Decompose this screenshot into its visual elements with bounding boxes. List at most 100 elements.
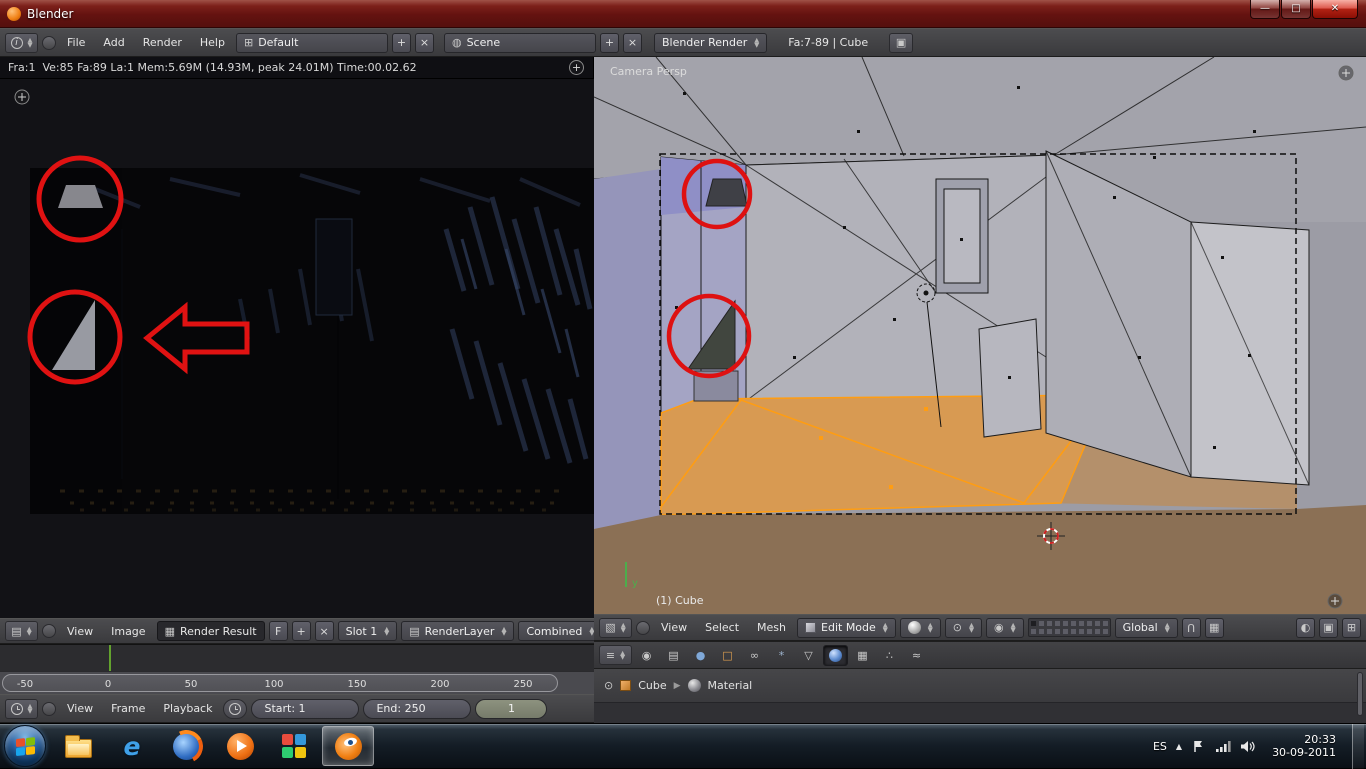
header-menu-toggle[interactable]	[636, 620, 650, 635]
timeline-track[interactable]	[0, 644, 594, 672]
tab-material[interactable]	[823, 644, 848, 666]
add-scene-button[interactable]: +	[599, 32, 619, 53]
editor-type-button-timeline[interactable]: ▲ ▼	[5, 698, 38, 719]
render-opengl-anim-button[interactable]: ▣	[1319, 617, 1338, 638]
properties-scrollbar[interactable]	[1357, 672, 1363, 716]
delete-scene-button[interactable]: ×	[622, 32, 642, 53]
render-layer-selector[interactable]: ▤ RenderLayer ▲ ▼	[401, 621, 515, 641]
time-toggle-button[interactable]	[223, 698, 248, 719]
language-indicator[interactable]: ES	[1153, 740, 1167, 753]
unlink-image-button[interactable]: ×	[314, 621, 334, 641]
snap-element-button[interactable]: ▦	[1204, 617, 1224, 638]
pin-icon[interactable]: ⊙	[604, 679, 613, 692]
render-stats-strip: Fra:1 Ve:85 Fa:89 La:1 Mem:5.69M (14.93M…	[0, 57, 593, 79]
image-editor-canvas[interactable]	[0, 79, 594, 618]
image-datablock-selector[interactable]: ▦ Render Result	[156, 621, 265, 641]
screen-layout-selector[interactable]: ⊞ Default	[235, 32, 388, 53]
taskbar-clock[interactable]: 20:33 30-09-2011	[1272, 733, 1336, 759]
region-corner-widget[interactable]	[1327, 593, 1343, 609]
minimize-button[interactable]: —	[1250, 0, 1280, 19]
grid-icon: ⊞	[1346, 621, 1357, 634]
region-corner-widget[interactable]	[14, 89, 30, 105]
close-button[interactable]: ✕	[1312, 0, 1358, 19]
taskbar-item-explorer[interactable]	[52, 726, 104, 766]
show-desktop-button[interactable]	[1352, 723, 1364, 769]
tab-object[interactable]: □	[715, 645, 740, 666]
region-corner-widget[interactable]	[1338, 65, 1354, 81]
taskbar-item-media-player[interactable]	[214, 726, 266, 766]
scene-selector[interactable]: ◍ Scene	[443, 32, 596, 53]
tab-modifiers[interactable]: *	[769, 645, 794, 666]
breadcrumb-material[interactable]: Material	[708, 679, 753, 692]
mode-selector[interactable]: Edit Mode ▲ ▼	[797, 617, 896, 638]
show-hidden-icons-button[interactable]: ▲	[1176, 742, 1182, 751]
timeline-editor-icon	[10, 702, 23, 715]
taskbar-item-internet-explorer[interactable]: e	[106, 726, 158, 766]
volume-icon[interactable]	[1240, 739, 1256, 754]
manipulator-selector[interactable]: ◉ ▲ ▼	[986, 617, 1024, 638]
tab-particles[interactable]: ∴	[877, 645, 902, 666]
delete-screen-button[interactable]: ×	[414, 32, 434, 53]
region-expand-icon[interactable]: +	[569, 60, 584, 75]
menu-image[interactable]: Image	[104, 625, 152, 638]
pivot-center-selector[interactable]: ⊙ ▲ ▼	[944, 617, 983, 638]
new-image-button[interactable]: +	[291, 621, 311, 641]
menu-render[interactable]: Render	[136, 36, 189, 49]
menu-mesh[interactable]: Mesh	[750, 621, 793, 634]
editor-type-button-properties[interactable]: ≡ ▲ ▼	[599, 645, 632, 665]
tab-world[interactable]: ●	[688, 645, 713, 666]
menu-view[interactable]: View	[654, 621, 694, 634]
tab-constraints[interactable]: ∞	[742, 645, 767, 666]
tab-scene[interactable]: ▤	[661, 645, 686, 666]
menu-view[interactable]: View	[60, 702, 100, 715]
render-pass-selector[interactable]: Combined ▲ ▼	[518, 621, 594, 641]
network-icon[interactable]	[1215, 739, 1231, 754]
render-opengl-button[interactable]: ◐	[1296, 617, 1315, 638]
menu-playback[interactable]: Playback	[156, 702, 219, 715]
add-screen-button[interactable]: +	[391, 32, 411, 53]
menu-view[interactable]: View	[60, 625, 100, 638]
render-engine-selector[interactable]: Blender Render ▲ ▼	[653, 32, 768, 53]
header-menu-toggle[interactable]	[42, 624, 56, 638]
action-center-flag-icon[interactable]	[1191, 739, 1206, 754]
taskbar-item-firefox[interactable]	[160, 726, 212, 766]
menu-add[interactable]: Add	[96, 36, 131, 49]
editor-type-button-info[interactable]: i ▲ ▼	[5, 32, 38, 53]
timeline-tick-label: 100	[264, 679, 284, 690]
slot-selector[interactable]: Slot 1 ▲ ▼	[337, 621, 398, 641]
maximize-button[interactable]: □	[1281, 0, 1311, 19]
editor-type-button-3dview[interactable]: ▧ ▲ ▼	[599, 617, 632, 638]
header-menu-toggle[interactable]	[42, 35, 56, 50]
tab-object-data[interactable]: ▽	[796, 645, 821, 666]
transform-orientation-selector[interactable]: Global ▲ ▼	[1114, 617, 1178, 638]
system-tray: ES ▲ 20:33 30-09-2011	[1153, 723, 1366, 769]
snap-toggle-button[interactable]: U	[1181, 617, 1201, 638]
current-frame-field[interactable]: 1	[475, 698, 548, 719]
render-stats-text: Fra:1 Ve:85 Fa:89 La:1 Mem:5.69M (14.93M…	[8, 61, 417, 74]
editor-corner-button[interactable]: ⊞	[1342, 617, 1361, 638]
texture-tab-icon: ▦	[857, 648, 868, 662]
media-player-icon	[226, 732, 254, 760]
tab-texture[interactable]: ▦	[850, 645, 875, 666]
taskbar-item-blender[interactable]	[322, 726, 374, 766]
menu-frame[interactable]: Frame	[104, 702, 152, 715]
screencast-button[interactable]: ▣	[889, 32, 914, 53]
timeline-ruler[interactable]: -50 0 50 100 150 200 250	[0, 671, 594, 694]
editor-type-button-image[interactable]: ▤ ▲ ▼	[5, 621, 38, 641]
layers-widget[interactable]	[1027, 618, 1111, 637]
tab-physics[interactable]: ≈	[904, 645, 929, 666]
taskbar-item-live-apps[interactable]	[268, 726, 320, 766]
menu-help[interactable]: Help	[193, 36, 232, 49]
current-frame-indicator[interactable]	[109, 645, 111, 672]
frame-start-field[interactable]: Start: 1	[251, 698, 360, 719]
start-button[interactable]	[4, 725, 46, 767]
fake-user-button[interactable]: F	[268, 621, 288, 641]
menu-file[interactable]: File	[60, 36, 92, 49]
header-menu-toggle[interactable]	[42, 701, 56, 716]
frame-end-field[interactable]: End: 250	[363, 698, 472, 719]
viewport-3d-canvas[interactable]: y Camera Persp (1) Cube	[593, 56, 1366, 614]
tab-render[interactable]: ◉	[634, 645, 659, 666]
breadcrumb-object[interactable]: Cube	[638, 679, 666, 692]
menu-select[interactable]: Select	[698, 621, 746, 634]
viewport-shading-selector[interactable]: ▲ ▼	[899, 617, 941, 638]
